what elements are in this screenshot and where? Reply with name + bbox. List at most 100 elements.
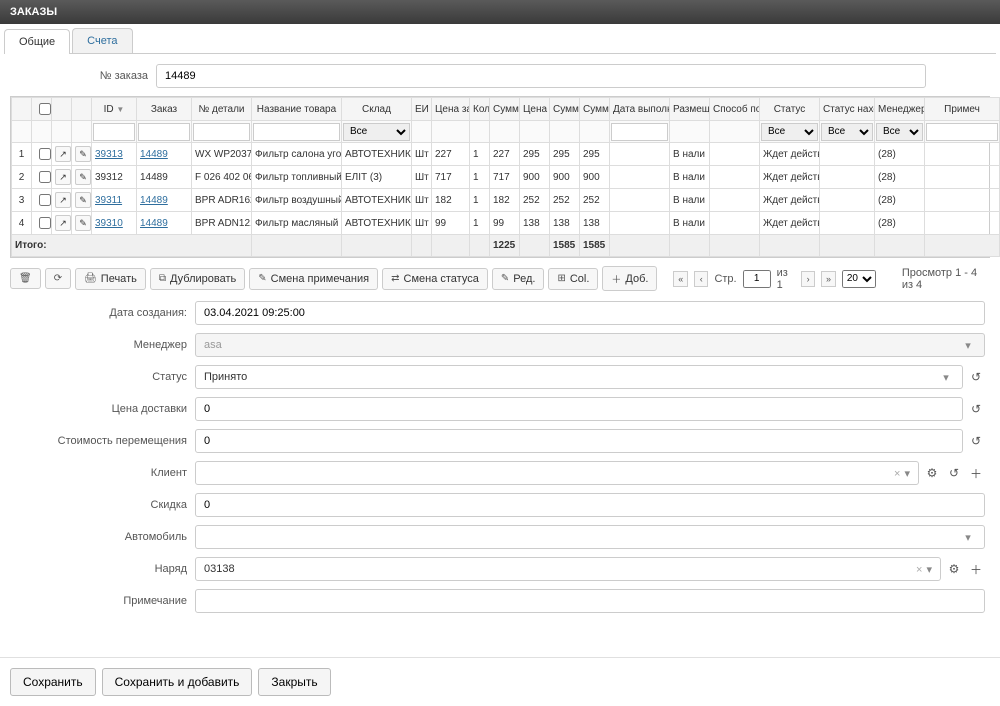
filter-stock[interactable]: Все <box>343 123 410 141</box>
pager-last[interactable]: » <box>821 271 836 287</box>
col-id[interactable]: ID ▼ <box>92 98 137 121</box>
table-row[interactable]: 3↗✎3931114489BPR ADR162Фильтр воздушныйА… <box>12 189 1000 212</box>
save-add-button[interactable]: Сохранить и добавить <box>102 668 253 696</box>
refresh-button[interactable]: ⟳ <box>45 268 71 289</box>
change-status-button[interactable]: ⇄Смена статуса <box>382 268 488 290</box>
created-input[interactable] <box>195 301 985 325</box>
columns-button[interactable]: ⊞Col. <box>548 268 598 290</box>
pager-size-select[interactable]: 20 <box>842 270 876 288</box>
history-icon[interactable]: ↺ <box>967 432 985 450</box>
chevron-down-icon[interactable]: ▾ <box>904 468 910 480</box>
gear-icon[interactable]: ⚙ <box>923 464 941 482</box>
edit-button[interactable]: ✎Ред. <box>492 268 545 290</box>
pager-page-input[interactable] <box>743 270 771 288</box>
row-edit-icon[interactable]: ✎ <box>75 146 91 162</box>
col-status[interactable]: Статус <box>760 98 820 121</box>
row-open-icon[interactable]: ↗ <box>55 192 71 208</box>
history-icon[interactable]: ↺ <box>945 464 963 482</box>
history-icon[interactable]: ↺ <box>967 368 985 386</box>
note-label: Примечание <box>15 595 195 607</box>
id-link[interactable]: 39310 <box>95 218 123 229</box>
select-all-checkbox[interactable] <box>39 103 51 115</box>
row-edit-icon[interactable]: ✎ <box>75 169 91 185</box>
filter-partno[interactable] <box>193 123 250 141</box>
duplicate-button[interactable]: ⧉Дублировать <box>150 268 245 290</box>
col-qty[interactable]: Кол <box>470 98 490 121</box>
col-method[interactable]: Способ пог <box>710 98 760 121</box>
filter-date[interactable] <box>611 123 668 141</box>
save-button[interactable]: Сохранить <box>10 668 96 696</box>
discount-input[interactable] <box>195 493 985 517</box>
window-title: ЗАКАЗЫ <box>0 0 1000 24</box>
filter-locstatus[interactable]: Все <box>821 123 873 141</box>
table-row[interactable]: 1↗✎3931314489WX WP2037Фильтр салона угол… <box>12 143 1000 166</box>
chevron-down-icon[interactable]: ▾ <box>938 371 954 384</box>
filter-order[interactable] <box>138 123 190 141</box>
clear-icon[interactable]: × <box>912 564 926 576</box>
row-edit-icon[interactable]: ✎ <box>75 192 91 208</box>
col-place[interactable]: Размещ <box>670 98 710 121</box>
col-unit[interactable]: ЕИ <box>412 98 432 121</box>
order-link[interactable]: 14489 <box>140 218 168 229</box>
row-open-icon[interactable]: ↗ <box>55 169 71 185</box>
tab-invoices[interactable]: Счета <box>72 28 132 53</box>
col-partno[interactable]: № детали <box>192 98 252 121</box>
filter-status[interactable]: Все <box>761 123 818 141</box>
col-manager[interactable]: Менеджер <box>875 98 925 121</box>
col-sum1[interactable]: Сумм <box>490 98 520 121</box>
print-button[interactable]: 🖨Печать <box>75 268 146 290</box>
plus-icon[interactable]: ＋ <box>967 560 985 578</box>
chevron-down-icon[interactable]: ▾ <box>926 564 932 576</box>
chevron-down-icon[interactable]: ▾ <box>960 531 976 544</box>
row-checkbox[interactable] <box>39 194 51 206</box>
client-combo[interactable]: ×▾ <box>195 461 919 485</box>
order-link[interactable]: 14489 <box>140 195 168 206</box>
delivery-label: Цена доставки <box>15 403 195 415</box>
row-open-icon[interactable]: ↗ <box>55 146 71 162</box>
col-sum2[interactable]: Сумм <box>550 98 580 121</box>
plus-icon[interactable]: ＋ <box>967 464 985 482</box>
auto-combo[interactable]: ▾ <box>195 525 985 549</box>
delete-button[interactable]: 🗑 <box>10 268 41 289</box>
row-open-icon[interactable]: ↗ <box>55 215 71 231</box>
id-link[interactable]: 39311 <box>95 195 122 206</box>
col-locstatus[interactable]: Статус нахож <box>820 98 875 121</box>
clear-icon[interactable]: × <box>890 468 904 480</box>
filter-note[interactable] <box>926 123 998 141</box>
row-edit-icon[interactable]: ✎ <box>75 215 91 231</box>
col-datedone[interactable]: Дата выполне <box>610 98 670 121</box>
pager-prev[interactable]: ‹ <box>694 271 709 287</box>
table-row[interactable]: 4↗✎3931014489BPR ADN121Фильтр масляныйАВ… <box>12 212 1000 235</box>
filter-name[interactable] <box>253 123 340 141</box>
delivery-input[interactable] <box>195 397 963 421</box>
status-combo[interactable]: Принято▾ <box>195 365 963 389</box>
pager-first[interactable]: « <box>673 271 688 287</box>
filter-id[interactable] <box>93 123 135 141</box>
col-name[interactable]: Название товара <box>252 98 342 121</box>
id-link[interactable]: 39313 <box>95 149 123 160</box>
close-button[interactable]: Закрыть <box>258 668 330 696</box>
col-sum3[interactable]: Сумм <box>580 98 610 121</box>
row-checkbox[interactable] <box>39 217 51 229</box>
detail-form: Дата создания: Менеджер asa▾ Статус Прин… <box>15 301 985 613</box>
history-icon[interactable]: ↺ <box>967 400 985 418</box>
transfer-input[interactable] <box>195 429 963 453</box>
col-note[interactable]: Примеч <box>925 98 1000 121</box>
filter-manager[interactable]: Все <box>876 123 923 141</box>
col-order[interactable]: Заказ <box>137 98 192 121</box>
col-stock[interactable]: Склад <box>342 98 412 121</box>
col-pricebuy[interactable]: Цена зак <box>432 98 470 121</box>
gear-icon[interactable]: ⚙ <box>945 560 963 578</box>
change-note-button[interactable]: ✎Смена примечания <box>249 268 378 290</box>
tab-general[interactable]: Общие <box>4 29 70 54</box>
table-row[interactable]: 2↗✎3931214489F 026 402 06Фильтр топливны… <box>12 166 1000 189</box>
job-combo[interactable]: 03138 ×▾ <box>195 557 941 581</box>
row-checkbox[interactable] <box>39 148 51 160</box>
note-textarea[interactable] <box>195 589 985 613</box>
col-price[interactable]: Цена <box>520 98 550 121</box>
order-num-input[interactable] <box>156 64 926 88</box>
order-link[interactable]: 14489 <box>140 149 168 160</box>
add-button[interactable]: ＋Доб. <box>602 266 657 291</box>
row-checkbox[interactable] <box>39 171 51 183</box>
pager-next[interactable]: › <box>801 271 816 287</box>
